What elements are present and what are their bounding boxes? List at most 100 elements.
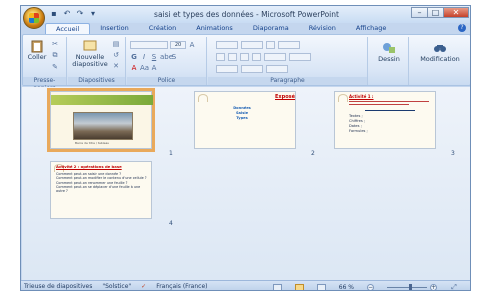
slide-sorter-pane: Barre de titre / tableau 1 Exposé Donnée… [22,87,470,280]
align-left-button[interactable] [216,53,225,61]
zoom-controls: 66 % − + ⤢ [272,283,468,290]
close-button[interactable]: ✕ [443,7,469,18]
office-button[interactable] [23,7,45,29]
decrease-indent-button[interactable] [216,65,238,73]
ribbon: Coller ✂ ⧉ ✎ Presse-papiers Nouvelle dia… [22,34,470,92]
tab-accueil[interactable]: Accueil [45,23,91,34]
slide-heading-lines [349,100,429,108]
columns-button[interactable] [264,53,286,61]
cut-icon[interactable]: ✂ [51,40,59,48]
ribbon-tabs: Accueil Insertion Création Animations Di… [45,23,396,34]
slide-number: 1 [169,150,173,157]
slide-sorter-view-button[interactable] [294,284,304,290]
clipboard-icon [31,40,43,53]
editing-button[interactable]: Modification [414,41,466,63]
layout-icon[interactable]: ▤ [112,40,120,48]
tab-animations[interactable]: Animations [186,23,243,34]
group-editing: Modification [410,37,470,85]
slide-thumbnail-2[interactable]: Exposé Données Saisie Types [194,91,296,149]
group-paragraph: Paragraphe [208,37,368,85]
minimize-button[interactable]: – [411,7,428,18]
language-label[interactable]: Français (France) [156,283,207,290]
shadow-icon[interactable]: S [170,53,178,61]
group-font: 20 A G I S abe S A Aa A Police [127,37,207,85]
group-drawing: Dessin [369,37,409,85]
numbering-button[interactable] [241,41,263,49]
slide-content: Comment peut-on saisir une donnée ? Comm… [56,172,147,194]
drawing-button[interactable]: Dessin [373,41,405,63]
new-slide-icon [83,40,97,51]
font-name-select[interactable] [130,41,168,49]
office-logo-icon [29,13,39,23]
slide-title-bar [51,95,153,105]
copy-icon[interactable]: ⧉ [51,51,59,60]
group-slides: Nouvelle diapositive ▤ ↺ ✕ Diapositives [68,37,126,85]
slide-caption: Barre de titre / tableau [75,141,110,145]
font-size-select[interactable]: 20 [170,41,186,49]
zoom-slider-knob[interactable] [409,284,412,290]
slide-title: Activité 1 : [349,94,374,99]
paste-button[interactable]: Coller [26,39,48,61]
new-slide-button[interactable]: Nouvelle diapositive [70,39,110,68]
spellcheck-icon[interactable]: ✓ [141,283,146,290]
grow-font-icon[interactable]: A [188,41,196,49]
align-center-button[interactable] [228,53,237,61]
increase-indent-button[interactable] [241,65,263,73]
line-spacing-button[interactable] [266,41,275,49]
powerpoint-window: ▪ ↶ ↷ ▾ saisi et types des données - Mic… [20,5,471,291]
reset-icon[interactable]: ↺ [112,51,120,59]
view-mode-label: Trieuse de diapositives [24,283,93,290]
slide-content: Données Saisie Types [233,106,251,120]
format-painter-icon[interactable]: ✎ [51,63,59,71]
maximize-button[interactable]: □ [427,7,444,18]
window-controls: – □ ✕ [411,7,469,18]
font-color-icon[interactable]: A [130,64,138,72]
slide-number: 3 [451,150,455,157]
slide-title: Exposé [275,94,296,100]
justify-button[interactable] [252,53,261,61]
binoculars-icon [434,45,446,52]
help-icon[interactable]: ? [458,24,466,32]
zoom-level[interactable]: 66 % [339,284,354,290]
slide-subtitle-line [365,110,415,111]
clear-format-icon[interactable]: A [150,64,158,72]
zoom-slider[interactable] [387,284,427,290]
slide-title: Activité 2 : opérations de base [56,164,122,169]
smartart-button[interactable] [266,65,288,73]
tab-affichage[interactable]: Affichage [346,23,397,34]
title-bar: ▪ ↶ ↷ ▾ saisi et types des données - Mic… [21,6,470,29]
shapes-icon [383,43,395,53]
slide-thumbnail-4[interactable]: Activité 2 : opérations de base Comment … [50,161,152,219]
window-title: saisi et types des données - Microsoft P… [154,10,339,19]
zoom-in-button[interactable]: + [430,284,437,290]
slide-ornament [338,94,348,102]
align-right-button[interactable] [240,53,249,61]
tab-revision[interactable]: Révision [299,23,346,34]
strikethrough-icon[interactable]: abe [160,53,173,61]
slide-number: 4 [169,220,173,227]
tab-insertion[interactable]: Insertion [90,23,139,34]
group-clipboard: Coller ✂ ⧉ ✎ Presse-papiers [23,37,67,92]
normal-view-button[interactable] [272,284,282,290]
slide-picture [73,112,133,140]
slide-number: 2 [311,150,315,157]
tab-diaporama[interactable]: Diaporama [243,23,299,34]
change-case-icon[interactable]: Aa [140,64,149,72]
slide-thumbnail-3[interactable]: Activité 1 : Textes ; Chiffres ; Dates ;… [334,91,436,149]
align-text-button[interactable] [289,53,311,61]
bullets-button[interactable] [216,41,238,49]
slide-content: Textes ; Chiffres ; Dates ; Formules ; [349,114,368,133]
underline-icon[interactable]: S [150,53,158,61]
tab-creation[interactable]: Création [139,23,187,34]
slideshow-view-button[interactable] [316,284,326,290]
text-direction-button[interactable] [278,41,300,49]
delete-slide-icon[interactable]: ✕ [112,62,120,70]
bold-icon[interactable]: G [130,53,138,61]
fit-window-icon[interactable]: ⤢ [450,283,458,290]
slide-ornament [198,94,208,102]
theme-label: "Solstice" [102,283,132,290]
italic-icon[interactable]: I [140,53,148,61]
zoom-out-button[interactable]: − [367,284,374,290]
status-bar: Trieuse de diapositives "Solstice" ✓ Fra… [21,280,470,290]
slide-thumbnail-1[interactable]: Barre de titre / tableau [47,88,155,152]
